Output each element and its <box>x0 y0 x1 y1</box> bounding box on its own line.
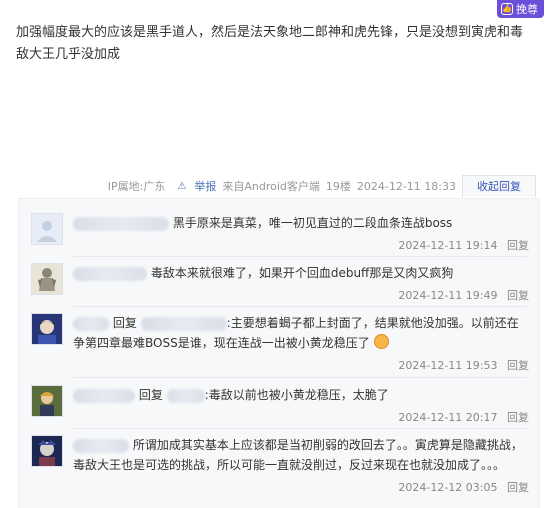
wanzun-button[interactable]: 👍 挽尊 <box>497 0 544 18</box>
reply-prefix: 回复 <box>138 388 163 402</box>
ip-location: IP属地:广东 <box>107 180 166 193</box>
emoji-icon <box>373 334 389 349</box>
thumb-up-icon: 👍 <box>501 3 513 15</box>
list-item: 黑手原来是真菜，唯一初见直过的二段血条连战boss 2024-12-11 19:… <box>31 213 529 253</box>
reply-body: 黑手原来是真菜，唯一初见直过的二段血条连战boss <box>73 213 529 233</box>
reply-footer: 2024-12-11 19:49 回复 <box>31 287 529 303</box>
blurred-username[interactable] <box>73 216 169 231</box>
divider <box>73 428 527 429</box>
reply-body: 毒敌本来就很难了，如果开个回血debuff那是又肉又疯狗 <box>73 263 529 283</box>
client-source: 来自Android客户端 <box>222 180 320 193</box>
blurred-username[interactable] <box>73 266 147 281</box>
default-user-icon <box>32 214 62 244</box>
divider <box>73 377 527 378</box>
reply-footer: 2024-12-11 19:53 回复 <box>31 357 529 373</box>
report-label: 举报 <box>194 180 217 193</box>
avatar[interactable] <box>31 313 63 345</box>
reply-text: 所谓加成其实基本上应该都是当初削弱的改回去了。。寅虎算是隐藏挑战，毒敌大王也是可… <box>73 438 523 472</box>
reply-button[interactable]: 回复 <box>507 359 529 372</box>
monkey-figure-icon <box>32 264 62 294</box>
reply-time: 2024-12-11 19:53 <box>398 359 498 372</box>
blurred-username[interactable] <box>73 388 135 403</box>
blurred-username[interactable] <box>73 438 129 453</box>
report-link[interactable]: ⚠ 举报 <box>171 178 216 194</box>
reply-footer: 2024-12-11 20:17 回复 <box>31 409 529 425</box>
warning-icon: ⚠ <box>177 180 187 192</box>
reply-button[interactable]: 回复 <box>507 481 529 494</box>
post-datetime: 2024-12-11 18:33 <box>356 179 456 193</box>
divider <box>73 256 527 257</box>
reply-button[interactable]: 回复 <box>507 289 529 302</box>
reply-button[interactable]: 回复 <box>507 239 529 252</box>
avatar[interactable] <box>31 263 63 295</box>
list-item: 所谓加成其实基本上应该都是当初削弱的改回去了。。寅虎算是隐藏挑战，毒敌大王也是可… <box>31 435 529 495</box>
post-meta: IP属地:广东 ⚠ 举报 来自Android客户端 19楼 2024-12-11… <box>0 175 536 197</box>
reply-body: 所谓加成其实基本上应该都是当初削弱的改回去了。。寅虎算是隐藏挑战，毒敌大王也是可… <box>73 435 529 475</box>
reply-body: 回复 :毒敌以前也被小黄龙稳压，太脆了 <box>73 385 529 405</box>
cartoon-character-icon <box>32 386 62 416</box>
collapse-replies-button[interactable]: 收起回复 <box>462 175 536 197</box>
list-item: 回复 :主要想着蝎子都上封面了，结果就他没加强。以前还在争第四章最难BOSS是谁… <box>31 313 529 373</box>
avatar[interactable] <box>31 385 63 417</box>
reply-list: 黑手原来是真菜，唯一初见直过的二段血条连战boss 2024-12-11 19:… <box>18 198 540 508</box>
anime-character-icon <box>32 314 62 344</box>
blurred-target-username[interactable] <box>166 388 205 403</box>
wanzun-label: 挽尊 <box>516 3 538 16</box>
avatar[interactable] <box>31 435 63 467</box>
reply-time: 2024-12-11 19:14 <box>398 239 498 252</box>
post-content: 加强幅度最大的应该是黑手道人，然后是法天象地二郎神和虎先锋，只是没想到寅虎和毒敌… <box>16 25 524 62</box>
blurred-username[interactable] <box>73 316 109 331</box>
reply-time: 2024-12-12 03:05 <box>398 481 498 494</box>
reply-text: 主要想着蝎子都上封面了，结果就他没加强。以前还在争第四章最难BOSS是谁，现在连… <box>73 316 519 350</box>
game-character-icon <box>32 436 62 466</box>
blurred-target-username[interactable] <box>140 316 227 331</box>
reply-text: 黑手原来是真菜，唯一初见直过的二段血条连战boss <box>172 216 453 230</box>
divider <box>73 306 527 307</box>
reply-button[interactable]: 回复 <box>507 411 529 424</box>
reply-body: 回复 :主要想着蝎子都上封面了，结果就他没加强。以前还在争第四章最难BOSS是谁… <box>73 313 529 353</box>
reply-prefix: 回复 <box>112 316 137 330</box>
reply-footer: 2024-12-12 03:05 回复 <box>31 479 529 495</box>
list-item: 毒敌本来就很难了，如果开个回血debuff那是又肉又疯狗 2024-12-11 … <box>31 263 529 303</box>
avatar[interactable] <box>31 213 63 245</box>
reply-text: 毒敌以前也被小黄龙稳压，太脆了 <box>208 388 389 402</box>
reply-time: 2024-12-11 20:17 <box>398 411 498 424</box>
reply-footer: 2024-12-11 19:14 回复 <box>31 237 529 253</box>
floor-number: 19楼 <box>325 180 351 193</box>
list-item: 回复 :毒敌以前也被小黄龙稳压，太脆了 2024-12-11 20:17 回复 <box>31 385 529 425</box>
reply-time: 2024-12-11 19:49 <box>398 289 498 302</box>
reply-text: 毒敌本来就很难了，如果开个回血debuff那是又肉又疯狗 <box>150 266 454 280</box>
